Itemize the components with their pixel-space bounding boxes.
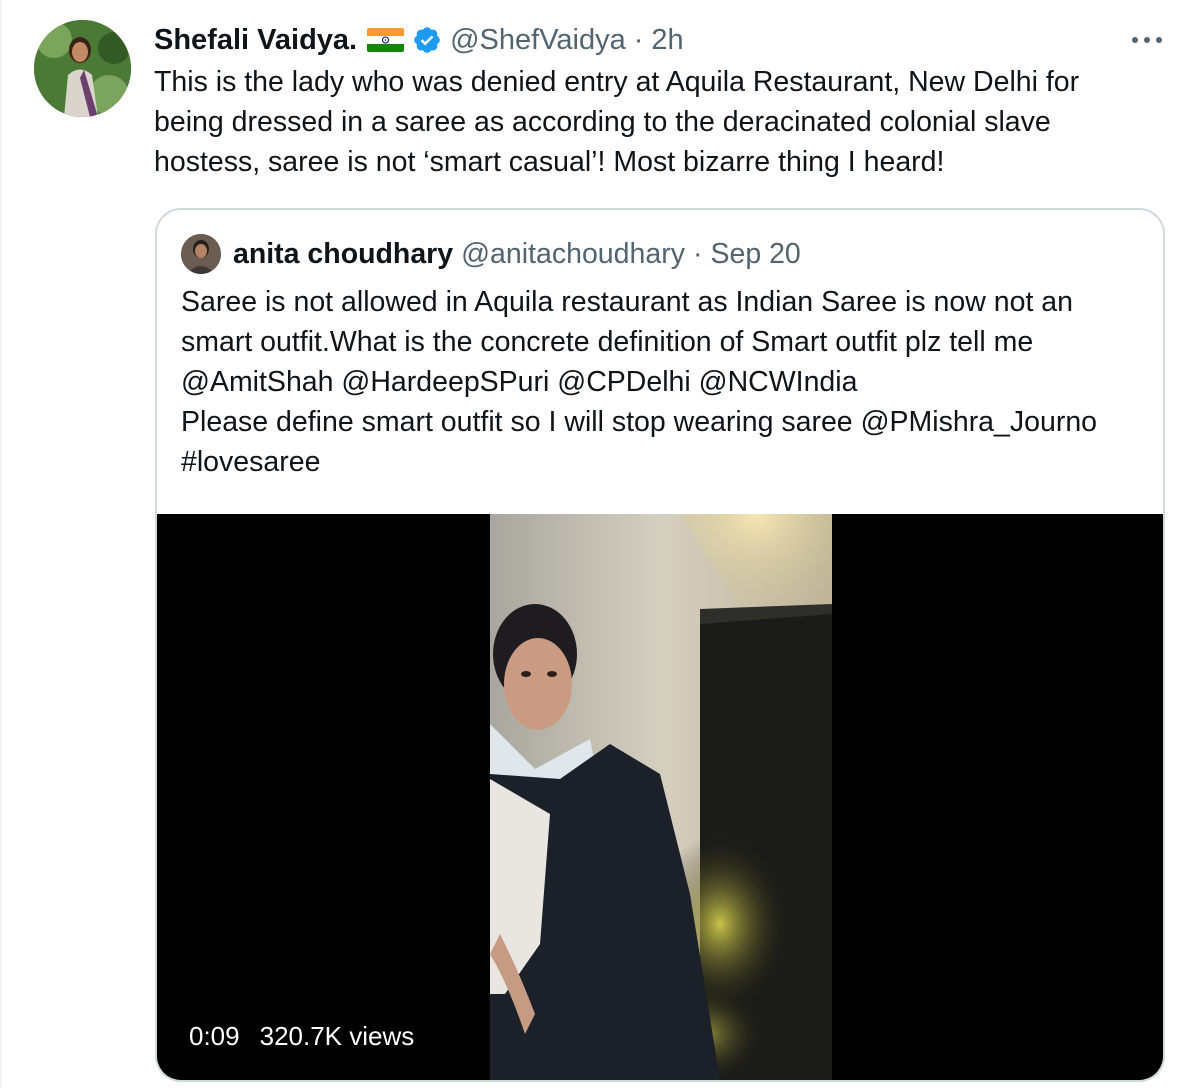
quoted-tweet[interactable]: anita choudhary @anitachoudhary · Sep 20… xyxy=(155,208,1165,1082)
verified-badge-icon xyxy=(412,25,442,55)
tweet-text: This is the lady who was denied entry at… xyxy=(154,66,1080,178)
quoted-text-line: Please define smart outfit so I will sto… xyxy=(181,406,1098,438)
quoted-author-avatar[interactable] xyxy=(181,234,221,274)
quoted-text-line: #lovesaree xyxy=(181,446,321,478)
india-flag-icon xyxy=(367,28,405,52)
quoted-tweet-header: anita choudhary @anitachoudhary · Sep 20 xyxy=(181,234,801,274)
separator-dot: · xyxy=(633,23,644,56)
quoted-text-line: Saree is not allowed in Aquila restauran… xyxy=(181,286,1073,318)
video-duration: 0:09 xyxy=(189,1021,240,1051)
divider xyxy=(0,0,2,1088)
video-thumbnail xyxy=(490,514,832,1080)
tweet: Shefali Vaidya. @ShefVaidya · 2h This is… xyxy=(0,0,1195,1088)
author-handle[interactable]: @ShefVaidya xyxy=(450,24,626,57)
tweet-timestamp[interactable]: 2h xyxy=(651,24,683,57)
quoted-text-line: smart outfit.What is the concrete defini… xyxy=(181,326,1034,358)
quoted-tweet-date[interactable]: Sep 20 xyxy=(710,238,800,271)
separator-dot: · xyxy=(692,237,703,270)
video-view-count: 320.7K views xyxy=(259,1021,415,1051)
tweet-header: Shefali Vaidya. @ShefVaidya · 2h xyxy=(154,22,684,58)
more-options-icon[interactable] xyxy=(1129,26,1165,54)
quoted-author-name[interactable]: anita choudhary xyxy=(233,238,453,271)
author-avatar[interactable] xyxy=(34,20,131,117)
author-name[interactable]: Shefali Vaidya. xyxy=(154,24,357,57)
video-player[interactable]: 0:09 320.7K views xyxy=(157,514,1163,1080)
quoted-author-handle[interactable]: @anitachoudhary xyxy=(461,238,685,271)
quoted-tweet-text: Saree is not allowed in Aquila restauran… xyxy=(181,282,1151,482)
video-stats: 0:09 320.7K views xyxy=(189,1021,414,1052)
quoted-text-line: @AmitShah @HardeepSPuri @CPDelhi @NCWInd… xyxy=(181,366,858,398)
